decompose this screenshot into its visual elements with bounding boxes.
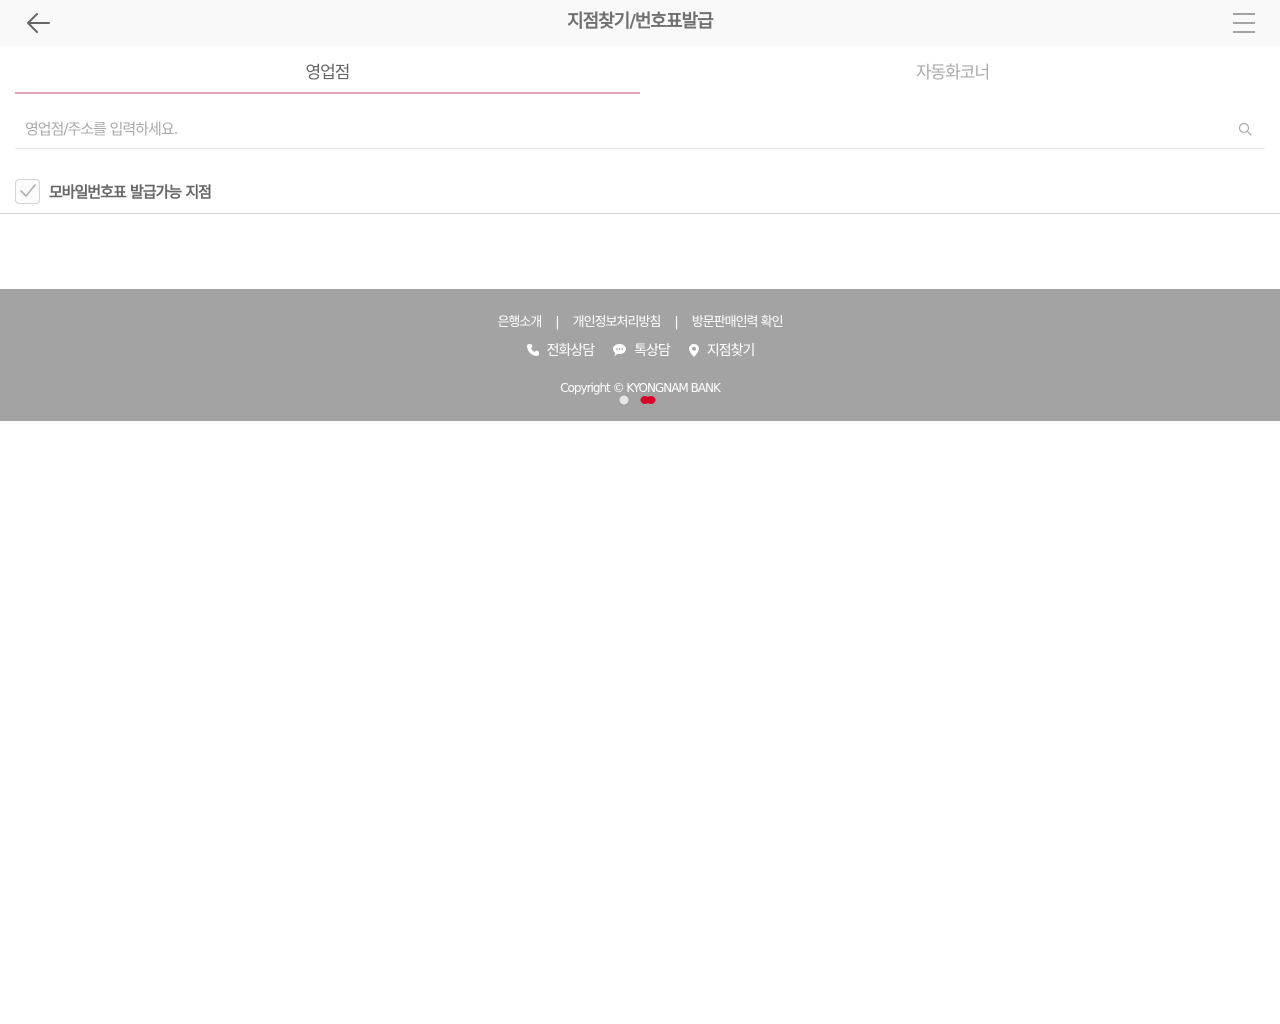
footer-link-privacy[interactable]: 개인정보처리방침 bbox=[573, 315, 662, 330]
search-icon bbox=[1238, 122, 1252, 136]
mobile-ticket-checkbox[interactable] bbox=[15, 178, 40, 204]
copyright-text: Copyright © KYONGNAM BANK bbox=[560, 381, 721, 395]
phone-consult-label: 전화상담 bbox=[546, 343, 596, 359]
footer-separator: | bbox=[555, 315, 560, 330]
checkmark-icon bbox=[19, 184, 36, 197]
footer-separator: | bbox=[674, 315, 679, 330]
page-title: 지점찾기/번호표발급 bbox=[567, 11, 714, 32]
tab-branch[interactable]: 영업점 bbox=[15, 52, 640, 94]
find-branch-button[interactable]: 지점찾기 bbox=[688, 340, 755, 360]
find-branch-label: 지점찾기 bbox=[706, 343, 756, 359]
search-button[interactable] bbox=[1225, 111, 1265, 147]
map-pin-icon bbox=[688, 343, 699, 357]
hamburger-menu-icon bbox=[1233, 13, 1255, 33]
search-input[interactable] bbox=[15, 111, 1225, 147]
tab-atm-corner[interactable]: 자동화코너 bbox=[640, 52, 1265, 94]
footer-actions: 전화상담 톡상담 지점찾기 bbox=[0, 340, 1280, 360]
back-button[interactable] bbox=[18, 6, 58, 40]
phone-consult-button[interactable]: 전화상담 bbox=[526, 340, 595, 360]
talk-consult-label: 톡상담 bbox=[634, 343, 671, 359]
chat-bubble-icon bbox=[613, 344, 627, 356]
footer: 은행소개 | 개인정보처리방침 | 방문판매인력 확인 전화상담 톡상담 지점찾기 bbox=[0, 289, 1280, 421]
footer-link-about[interactable]: 은행소개 bbox=[497, 315, 542, 330]
bank-logo-icon bbox=[619, 395, 656, 405]
talk-consult-button[interactable]: 톡상담 bbox=[612, 340, 671, 360]
footer-link-sales-staff[interactable]: 방문판매인력 확인 bbox=[692, 315, 784, 330]
search-bar bbox=[15, 110, 1265, 149]
branch-type-tabs: 영업점 자동화코너 bbox=[15, 52, 1265, 94]
mobile-ticket-filter: 모바일번호표 발급가능 지점 bbox=[15, 178, 212, 204]
section-divider bbox=[0, 213, 1280, 214]
mobile-ticket-label[interactable]: 모바일번호표 발급가능 지점 bbox=[49, 181, 212, 202]
app-header: 지점찾기/번호표발급 bbox=[0, 0, 1280, 46]
footer-links: 은행소개 | 개인정보처리방침 | 방문판매인력 확인 bbox=[0, 311, 1280, 330]
phone-icon bbox=[526, 344, 539, 356]
menu-button[interactable] bbox=[1226, 6, 1262, 40]
arrow-left-icon bbox=[27, 13, 50, 33]
